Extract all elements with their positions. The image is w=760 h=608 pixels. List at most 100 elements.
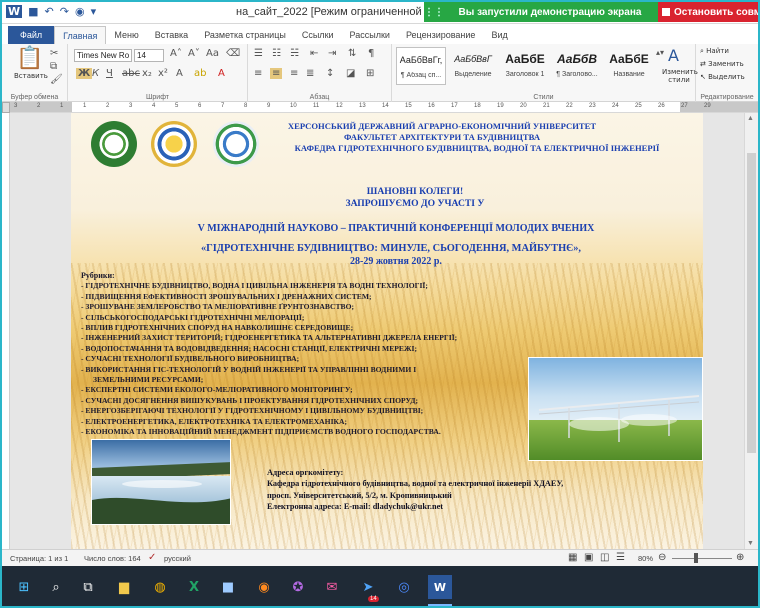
view-outline-icon[interactable]: ☰ xyxy=(616,552,625,563)
invitation: ЗАПРОШУЄМО ДО УЧАСТІ У xyxy=(345,198,485,209)
windows-start-icon[interactable]: ⊞ xyxy=(12,575,36,599)
task-view-icon[interactable]: ⧉ xyxy=(76,575,100,599)
shrink-font-icon[interactable]: A˅ xyxy=(188,48,200,59)
align-left-icon[interactable]: ≡ xyxy=(254,68,262,79)
zoom-out-icon[interactable]: ⊖ xyxy=(658,552,666,563)
highlight-icon[interactable]: ab xyxy=(194,68,206,79)
style-heading-2[interactable]: АаБбВ ¶ Заголово... xyxy=(552,47,602,85)
undo-icon[interactable]: ↶ xyxy=(45,5,54,18)
view-print-layout-icon[interactable]: ▦ xyxy=(568,552,577,563)
scrollbar-thumb[interactable] xyxy=(747,153,756,453)
scroll-up-icon[interactable]: ▲ xyxy=(747,115,754,122)
search-icon[interactable]: ⌕ xyxy=(44,575,68,599)
sort-icon[interactable]: ⇅ xyxy=(348,48,356,59)
paste-icon[interactable]: 📋 xyxy=(16,46,43,71)
horizontal-ruler[interactable]: 3 2 1 1 2 3 4 5 6 7 8 9 10 11 12 13 14 15 16 17 18 19 20 21 22 23… xyxy=(10,102,758,113)
excel-icon[interactable]: X xyxy=(182,575,206,599)
italic-icon[interactable]: К xyxy=(92,68,99,79)
document-page[interactable]: ХЕРСОНСЬКИЙ ДЕРЖАВНИЙ АГРАРНО-ЕКОНОМІЧНИ… xyxy=(71,113,703,549)
customize-qat-icon[interactable]: ▾ xyxy=(91,5,97,18)
rubrics-title: Рубрики: xyxy=(81,271,115,280)
multilevel-list-icon[interactable]: ☵ xyxy=(290,48,299,59)
font-size-box[interactable]: 14 xyxy=(134,49,164,62)
format-painter-icon[interactable]: 🖌 xyxy=(50,74,63,85)
scroll-down-icon[interactable]: ▼ xyxy=(747,540,754,547)
paste-button[interactable]: Вставить xyxy=(14,72,48,80)
justify-icon[interactable]: ≣ xyxy=(306,68,314,79)
vertical-scrollbar[interactable]: ▲ ▼ xyxy=(744,113,758,549)
tab-page-layout[interactable]: Разметка страницы xyxy=(196,26,294,44)
tab-view[interactable]: Вид xyxy=(483,26,515,44)
style-title[interactable]: АаБбЕ Название xyxy=(604,47,654,85)
tab-file[interactable]: Файл xyxy=(8,26,55,44)
style-list-paragraph[interactable]: АаБбВвГг, ¶ Абзац сп... xyxy=(396,47,446,85)
irrigation-photo xyxy=(528,357,703,461)
file-explorer-icon[interactable]: ▆ xyxy=(112,575,136,599)
strikethrough-icon[interactable]: abc xyxy=(122,68,140,79)
line-spacing-icon[interactable]: ↕ xyxy=(326,68,334,79)
clear-formatting-icon[interactable]: ⌫ xyxy=(226,48,240,59)
text-effects-icon[interactable]: A xyxy=(176,68,183,79)
drag-grip-icon[interactable]: ⋮⋮ xyxy=(424,7,444,18)
word-count[interactable]: Число слов: 164 xyxy=(84,554,141,563)
decrease-indent-icon[interactable]: ⇤ xyxy=(310,48,318,59)
tab-references[interactable]: Ссылки xyxy=(294,26,342,44)
zoom-slider-thumb[interactable] xyxy=(694,553,698,563)
grow-font-icon[interactable]: A˄ xyxy=(170,48,182,59)
styles-scroll-icon[interactable]: ▴▾ xyxy=(656,48,664,57)
underline-icon[interactable]: Ч xyxy=(106,68,113,79)
shading-icon[interactable]: ◪ xyxy=(346,68,355,79)
style-emphasis[interactable]: АаБбВвГ Выделение xyxy=(448,47,498,85)
zoom-in-icon[interactable]: ⊕ xyxy=(736,552,744,563)
ruler-tick: 3 xyxy=(129,103,133,109)
tab-insert[interactable]: Вставка xyxy=(147,26,196,44)
numbering-icon[interactable]: ☷ xyxy=(272,48,281,59)
chrome-icon[interactable]: ◍ xyxy=(148,575,172,599)
tab-review[interactable]: Рецензирование xyxy=(398,26,484,44)
page-count[interactable]: Страница: 1 из 1 xyxy=(10,554,68,563)
touch-mode-icon[interactable]: ◉ xyxy=(75,5,85,18)
ruler-tick: 14 xyxy=(382,103,389,109)
view-web-icon[interactable]: ◫ xyxy=(600,552,609,563)
change-styles-icon[interactable]: A xyxy=(668,46,679,65)
conference-title: V МІЖНАРОДНІЙ НАУКОВО – ПРАКТИЧНІЙ КОНФЕ… xyxy=(197,223,595,234)
stop-sharing-button[interactable]: Остановить совместное использование xyxy=(658,2,758,22)
tab-home[interactable]: Главная xyxy=(54,26,107,44)
chat-icon[interactable]: ✉ xyxy=(320,575,344,599)
align-center-icon[interactable]: ≡ xyxy=(270,68,283,79)
language[interactable]: русский xyxy=(164,554,191,563)
subscript-icon[interactable]: x₂ xyxy=(142,68,152,79)
replace-button[interactable]: ⇄ Заменить xyxy=(700,60,744,68)
borders-icon[interactable]: ⊞ xyxy=(366,68,374,79)
bold-icon[interactable]: Ж xyxy=(76,68,93,79)
zoom-level[interactable]: 80% xyxy=(638,554,653,563)
find-button[interactable]: ⌕ Найти xyxy=(700,47,729,56)
font-color-icon[interactable]: A xyxy=(218,68,225,79)
tab-mailings[interactable]: Рассылки xyxy=(342,26,398,44)
align-right-icon[interactable]: ≡ xyxy=(290,68,298,79)
tab-menu[interactable]: Меню xyxy=(106,26,146,44)
change-case-icon[interactable]: Aa xyxy=(206,48,219,59)
font-name-box[interactable]: Times New Ro xyxy=(74,49,132,62)
superscript-icon[interactable]: x² xyxy=(158,68,168,79)
word-icon[interactable]: W xyxy=(428,575,452,599)
view-reading-icon[interactable]: ▣ xyxy=(584,552,593,563)
proofing-icon[interactable]: ✓ xyxy=(148,552,156,563)
zoom-icon[interactable]: ◎ xyxy=(392,575,416,599)
podcast-icon[interactable]: ✪ xyxy=(286,575,310,599)
save-disk-icon[interactable]: ■ xyxy=(216,575,240,599)
change-styles-button[interactable]: Изменить стили xyxy=(662,68,698,84)
cut-icon[interactable]: ✂ xyxy=(50,48,58,59)
select-button[interactable]: ↖ Выделить xyxy=(700,73,745,81)
firefox-icon[interactable]: ◉ xyxy=(252,575,276,599)
style-heading-1[interactable]: АаБбЕ Заголовок 1 xyxy=(500,47,550,85)
show-marks-icon[interactable]: ¶ xyxy=(368,48,374,59)
zoom-slider-track[interactable] xyxy=(672,558,732,559)
copy-icon[interactable]: ⧉ xyxy=(50,61,57,72)
tab-selector[interactable] xyxy=(2,102,10,113)
redo-icon[interactable]: ↷ xyxy=(60,5,69,18)
increase-indent-icon[interactable]: ⇥ xyxy=(328,48,336,59)
bullets-icon[interactable]: ☰ xyxy=(254,48,263,59)
vertical-ruler[interactable] xyxy=(2,113,10,549)
save-icon[interactable]: ■ xyxy=(28,5,38,18)
